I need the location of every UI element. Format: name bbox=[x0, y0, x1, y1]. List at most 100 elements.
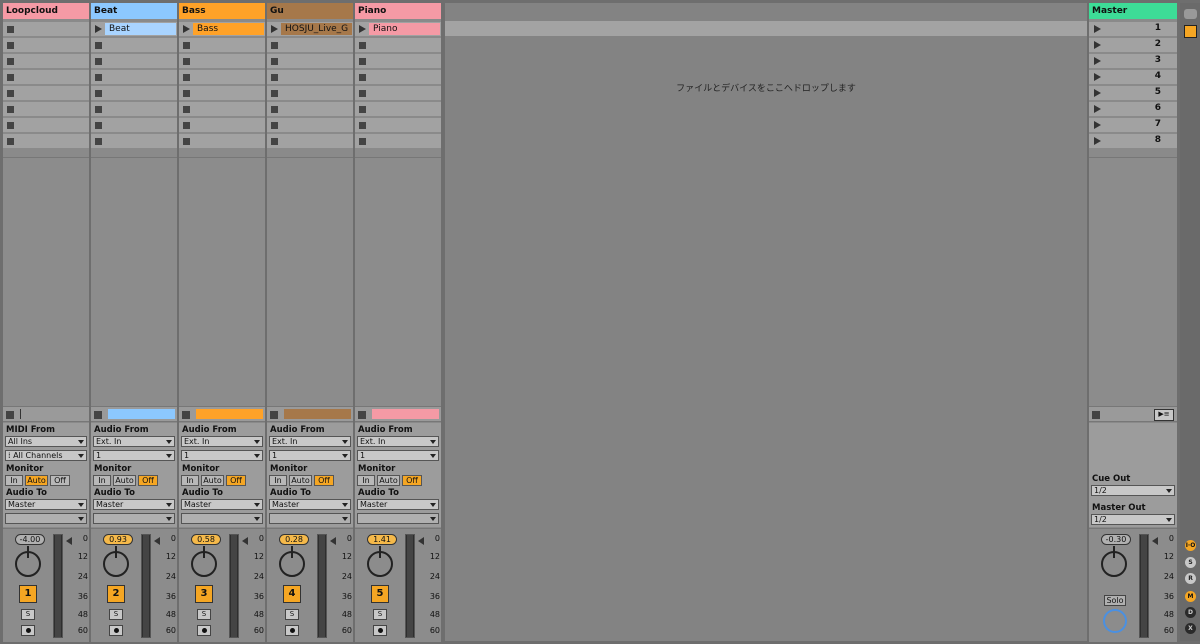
clip-slot[interactable]: Bass bbox=[179, 21, 265, 36]
slot-stop-icon[interactable] bbox=[7, 138, 14, 145]
monitor-off-button[interactable]: Off bbox=[314, 475, 334, 486]
slot-stop-icon[interactable] bbox=[271, 90, 278, 97]
track-activator-button[interactable]: 4 bbox=[283, 585, 301, 603]
scene-play-icon[interactable] bbox=[1094, 121, 1101, 129]
track-volume[interactable]: 1.41 bbox=[367, 534, 397, 545]
input-source-select[interactable]: All Ins bbox=[5, 436, 87, 447]
track-activator-button[interactable]: 1 bbox=[19, 585, 37, 603]
slot-stop-icon[interactable] bbox=[183, 122, 190, 129]
slot-stop-icon[interactable] bbox=[271, 122, 278, 129]
scene-play-icon[interactable] bbox=[1094, 105, 1101, 113]
clip-slot[interactable] bbox=[179, 133, 265, 148]
grip-icon[interactable] bbox=[1184, 9, 1197, 19]
clip-slot[interactable] bbox=[355, 85, 441, 100]
clip[interactable]: HOSJU_Live_G bbox=[281, 23, 352, 35]
clip-slot[interactable] bbox=[3, 21, 89, 36]
slot-stop-icon[interactable] bbox=[7, 106, 14, 113]
track-volume[interactable]: -4.00 bbox=[15, 534, 45, 545]
track-header[interactable]: Beat bbox=[91, 3, 177, 19]
stop-clips-button[interactable] bbox=[6, 411, 14, 419]
clip-slot[interactable] bbox=[3, 133, 89, 148]
monitor-auto-button[interactable]: Auto bbox=[113, 475, 136, 486]
scene-play-icon[interactable] bbox=[1094, 57, 1101, 65]
scene-launch[interactable]: 8 bbox=[1089, 133, 1177, 148]
scene-play-icon[interactable] bbox=[1094, 25, 1101, 33]
input-channel-select[interactable]: 1 bbox=[181, 450, 263, 461]
slot-stop-icon[interactable] bbox=[183, 74, 190, 81]
scene-play-icon[interactable] bbox=[1094, 73, 1101, 81]
output-select[interactable]: Master bbox=[93, 499, 175, 510]
monitor-in-button[interactable]: In bbox=[181, 475, 199, 486]
slot-stop-icon[interactable] bbox=[7, 26, 14, 33]
output-select[interactable]: Master bbox=[357, 499, 439, 510]
slot-stop-icon[interactable] bbox=[271, 58, 278, 65]
slot-stop-icon[interactable] bbox=[271, 106, 278, 113]
clip-slot[interactable] bbox=[3, 117, 89, 132]
clip-slot[interactable]: Beat bbox=[91, 21, 177, 36]
clip-slot[interactable] bbox=[355, 101, 441, 116]
slot-stop-icon[interactable] bbox=[95, 138, 102, 145]
scene-launch[interactable]: 3 bbox=[1089, 53, 1177, 68]
clip-slot[interactable] bbox=[179, 53, 265, 68]
output-channel-select[interactable] bbox=[5, 513, 87, 524]
slot-stop-icon[interactable] bbox=[359, 90, 366, 97]
clip-slot[interactable] bbox=[91, 117, 177, 132]
scene-play-icon[interactable] bbox=[1094, 41, 1101, 49]
clip-slot[interactable] bbox=[179, 101, 265, 116]
clip-slot[interactable] bbox=[3, 101, 89, 116]
output-channel-select[interactable] bbox=[93, 513, 175, 524]
scene-launch[interactable]: 4 bbox=[1089, 69, 1177, 84]
clip-slot[interactable] bbox=[3, 85, 89, 100]
scene-launch[interactable]: 1 bbox=[1089, 21, 1177, 36]
clip[interactable]: Piano bbox=[369, 23, 440, 35]
track-volume[interactable]: 0.58 bbox=[191, 534, 221, 545]
clip-slot[interactable] bbox=[267, 85, 353, 100]
monitor-auto-button[interactable]: Auto bbox=[201, 475, 224, 486]
slot-stop-icon[interactable] bbox=[183, 42, 190, 49]
slot-stop-icon[interactable] bbox=[359, 74, 366, 81]
track-volume[interactable]: 0.93 bbox=[103, 534, 133, 545]
monitor-in-button[interactable]: In bbox=[269, 475, 287, 486]
slot-stop-icon[interactable] bbox=[7, 122, 14, 129]
stop-clips-button[interactable] bbox=[358, 411, 366, 419]
output-select[interactable]: Master bbox=[181, 499, 263, 510]
slot-stop-icon[interactable] bbox=[359, 106, 366, 113]
clip[interactable]: Beat bbox=[105, 23, 176, 35]
track-volume[interactable]: 0.28 bbox=[279, 534, 309, 545]
master-volume[interactable]: -0.30 bbox=[1101, 534, 1131, 545]
clip-slot[interactable]: Piano bbox=[355, 21, 441, 36]
slot-stop-icon[interactable] bbox=[95, 122, 102, 129]
stop-clips-button[interactable] bbox=[94, 411, 102, 419]
mixer-view-icon[interactable] bbox=[1184, 25, 1197, 38]
stop-clips-button[interactable] bbox=[270, 411, 278, 419]
output-channel-select[interactable] bbox=[357, 513, 439, 524]
stop-all-clips-button[interactable] bbox=[1092, 411, 1100, 419]
output-channel-select[interactable] bbox=[181, 513, 263, 524]
track-activator-button[interactable]: 3 bbox=[195, 585, 213, 603]
track-header[interactable]: Gu bbox=[267, 3, 353, 19]
input-source-select[interactable]: Ext. In bbox=[269, 436, 351, 447]
clip-slot[interactable] bbox=[91, 37, 177, 52]
stop-clips-button[interactable] bbox=[182, 411, 190, 419]
slot-stop-icon[interactable] bbox=[95, 90, 102, 97]
clip-slot[interactable] bbox=[267, 53, 353, 68]
returns-toggle-icon[interactable]: R bbox=[1185, 573, 1196, 584]
slot-stop-icon[interactable] bbox=[359, 42, 366, 49]
scene-play-icon[interactable] bbox=[1094, 89, 1101, 97]
track-header[interactable]: Piano bbox=[355, 3, 441, 19]
scene-play-icon[interactable] bbox=[1094, 137, 1101, 145]
pan-knob[interactable] bbox=[15, 546, 41, 577]
scene-launch[interactable]: 6 bbox=[1089, 101, 1177, 116]
cue-out-select[interactable]: 1/2 bbox=[1091, 485, 1175, 496]
clip-slot[interactable] bbox=[267, 117, 353, 132]
slot-stop-icon[interactable] bbox=[359, 138, 366, 145]
clip-slot[interactable] bbox=[91, 53, 177, 68]
master-out-select[interactable]: 1/2 bbox=[1091, 514, 1175, 525]
pan-knob[interactable] bbox=[191, 546, 217, 577]
arm-record-button[interactable] bbox=[373, 625, 387, 636]
clip-slot[interactable] bbox=[3, 37, 89, 52]
slot-stop-icon[interactable] bbox=[359, 122, 366, 129]
slot-stop-icon[interactable] bbox=[359, 58, 366, 65]
slot-stop-icon[interactable] bbox=[183, 138, 190, 145]
slot-stop-icon[interactable] bbox=[95, 106, 102, 113]
